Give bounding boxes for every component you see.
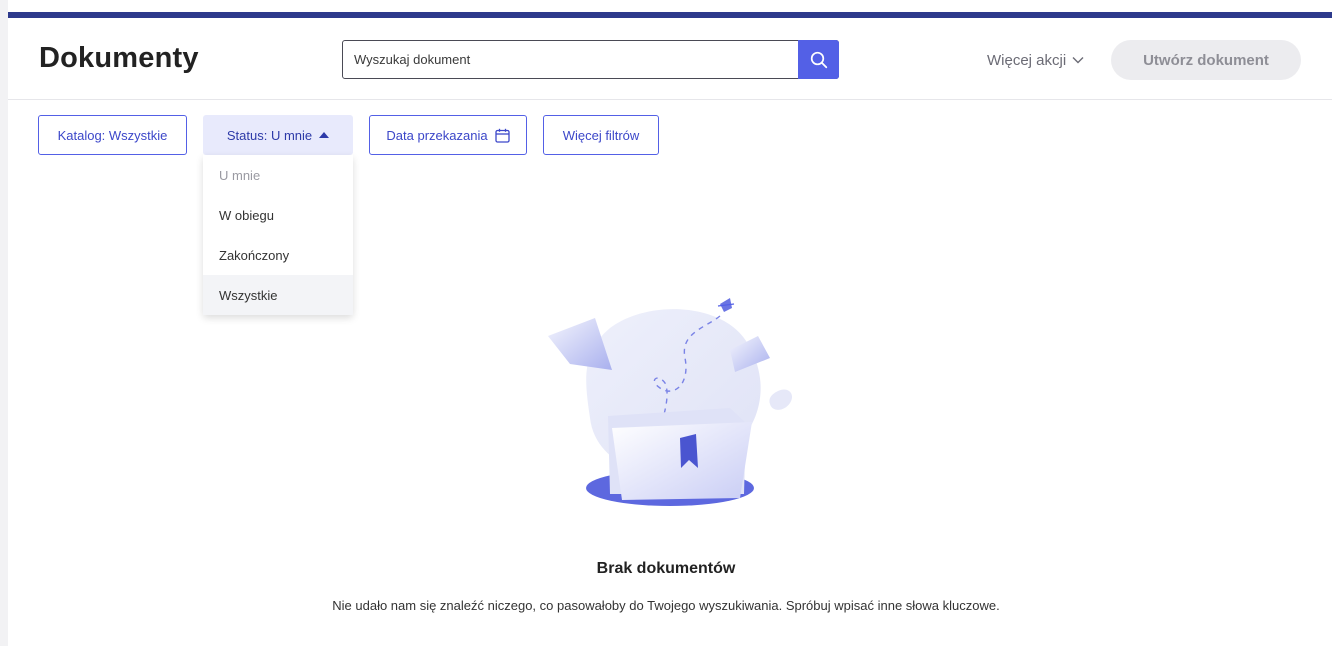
date-filter-button[interactable]: Data przekazania [369,115,527,155]
more-filters-label: Więcej filtrów [562,127,640,143]
more-actions-menu[interactable]: Więcej akcji [987,48,1084,72]
status-filter-button[interactable]: Status: U mnie [203,115,353,155]
calendar-icon [494,128,510,143]
catalog-filter-label: Katalog: Wszystkie [57,127,168,143]
more-filters-button[interactable]: Więcej filtrów [543,115,659,155]
status-option-u-mnie[interactable]: U mnie [203,155,353,195]
empty-folder-illustration [548,298,793,506]
page-title: Dokumenty [39,42,199,74]
search-input[interactable] [343,41,799,78]
caret-up-icon [319,132,330,138]
chevron-down-icon [1072,57,1084,64]
search-button[interactable] [798,40,839,79]
status-option-wszystkie[interactable]: Wszystkie [203,275,353,315]
date-filter-label: Data przekazania [386,127,488,143]
page-header: Dokumenty Więcej akcji Utwórz dokument [8,18,1332,100]
search-icon [810,51,827,68]
more-actions-label: Więcej akcji [987,51,1067,69]
empty-state-description: Nie udało nam się znaleźć niczego, co pa… [332,598,1000,613]
status-option-zakonczony[interactable]: Zakończony [203,235,353,275]
status-filter-label: Status: U mnie [226,127,313,143]
catalog-filter-button[interactable]: Katalog: Wszystkie [38,115,187,155]
create-document-button[interactable]: Utwórz dokument [1111,40,1301,80]
empty-state-title: Brak dokumentów [596,560,736,577]
status-option-w-obiegu[interactable]: W obiegu [203,195,353,235]
status-dropdown-menu: U mnie W obiegu Zakończony Wszystkie [203,155,353,315]
left-edge [0,0,8,646]
search-box [342,40,839,79]
